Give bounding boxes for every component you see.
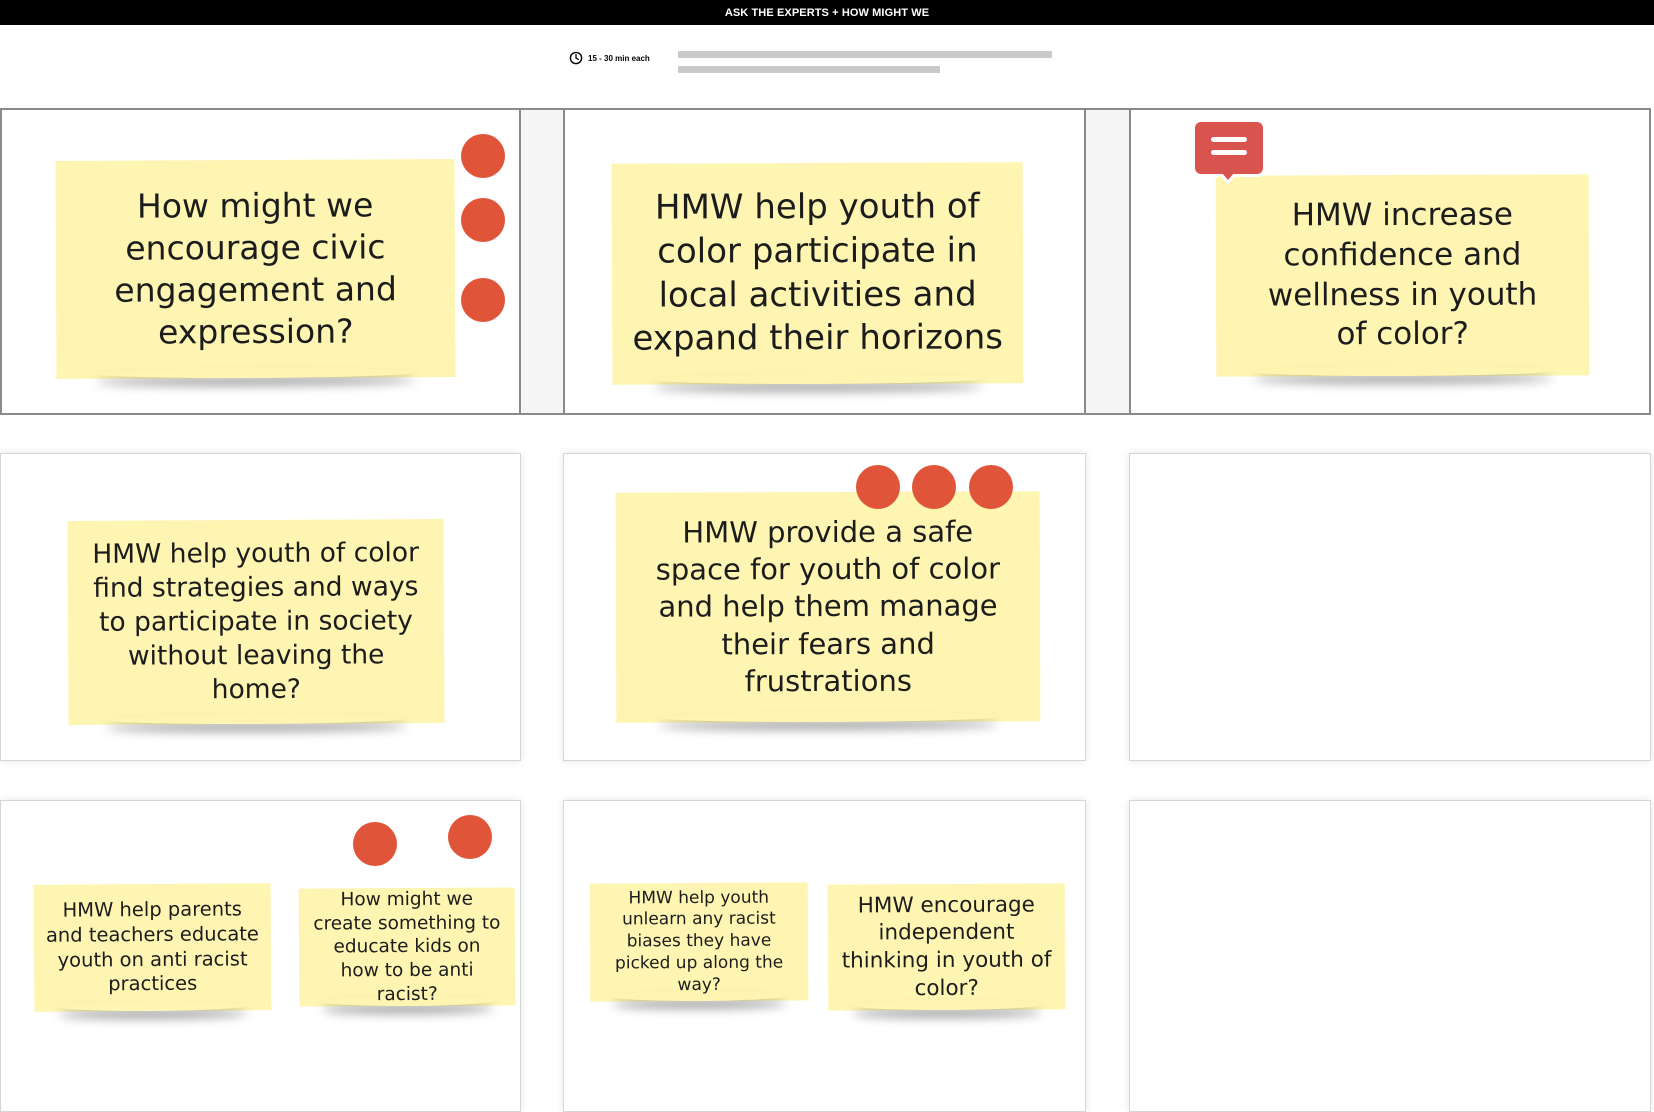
vote-dot[interactable] [461,198,505,242]
frame-9[interactable] [1129,800,1651,1112]
sticky-note-text: HMW help youth unlearn any racist biases… [614,887,784,995]
vote-dot[interactable] [353,822,397,866]
sticky-note-text: HMW help youth of color participate in l… [632,186,1004,359]
board-title: ASK THE EXPERTS + HOW MIGHT WE [724,6,930,19]
sticky-note[interactable]: HMW help youth of color participate in l… [611,162,1024,385]
vote-dot[interactable] [461,278,505,322]
sticky-note-text: HMW increase confidence and wellness in … [1267,196,1538,353]
sticky-note-text: How might we encourage civic engagement … [114,184,397,352]
timer-label: 15 - 30 min each [588,53,650,63]
frame-6[interactable] [1129,453,1651,761]
sticky-note[interactable]: HMW provide a safe space for youth of co… [615,491,1041,723]
sticky-note[interactable]: HMW increase confidence and wellness in … [1215,174,1590,377]
board-title-bar: ASK THE EXPERTS + HOW MIGHT WE [0,0,1654,25]
sticky-note[interactable]: How might we create something to educate… [298,887,516,1007]
vote-dot[interactable] [856,465,900,509]
sticky-note[interactable]: How might we encourage civic engagement … [55,158,456,380]
clock-icon [569,51,583,65]
sticky-note[interactable]: HMW help youth unlearn any racist biases… [589,882,809,1002]
sticky-note[interactable]: HMW help youth of color find strategies … [67,519,445,725]
sticky-note[interactable]: HMW encourage independent thinking in yo… [827,883,1066,1011]
placeholder-line [678,66,940,73]
vote-dot[interactable] [912,465,956,509]
sticky-note-text: HMW provide a safe space for youth of co… [655,514,1001,698]
sticky-note[interactable]: HMW help parents and teachers educate yo… [33,883,272,1012]
vote-dot[interactable] [461,134,505,178]
sticky-note-text: HMW encourage independent thinking in yo… [841,892,1052,1001]
sticky-note-text: HMW help parents and teachers educate yo… [45,896,259,996]
sticky-note-text: HMW help youth of color find strategies … [92,537,420,706]
vote-dot[interactable] [969,465,1013,509]
sticky-note-text: How might we create something to educate… [313,888,501,1005]
placeholder-line [678,51,1052,58]
vote-dot[interactable] [448,815,492,859]
comment-icon[interactable] [1190,117,1268,193]
timer: 15 - 30 min each [569,51,650,65]
